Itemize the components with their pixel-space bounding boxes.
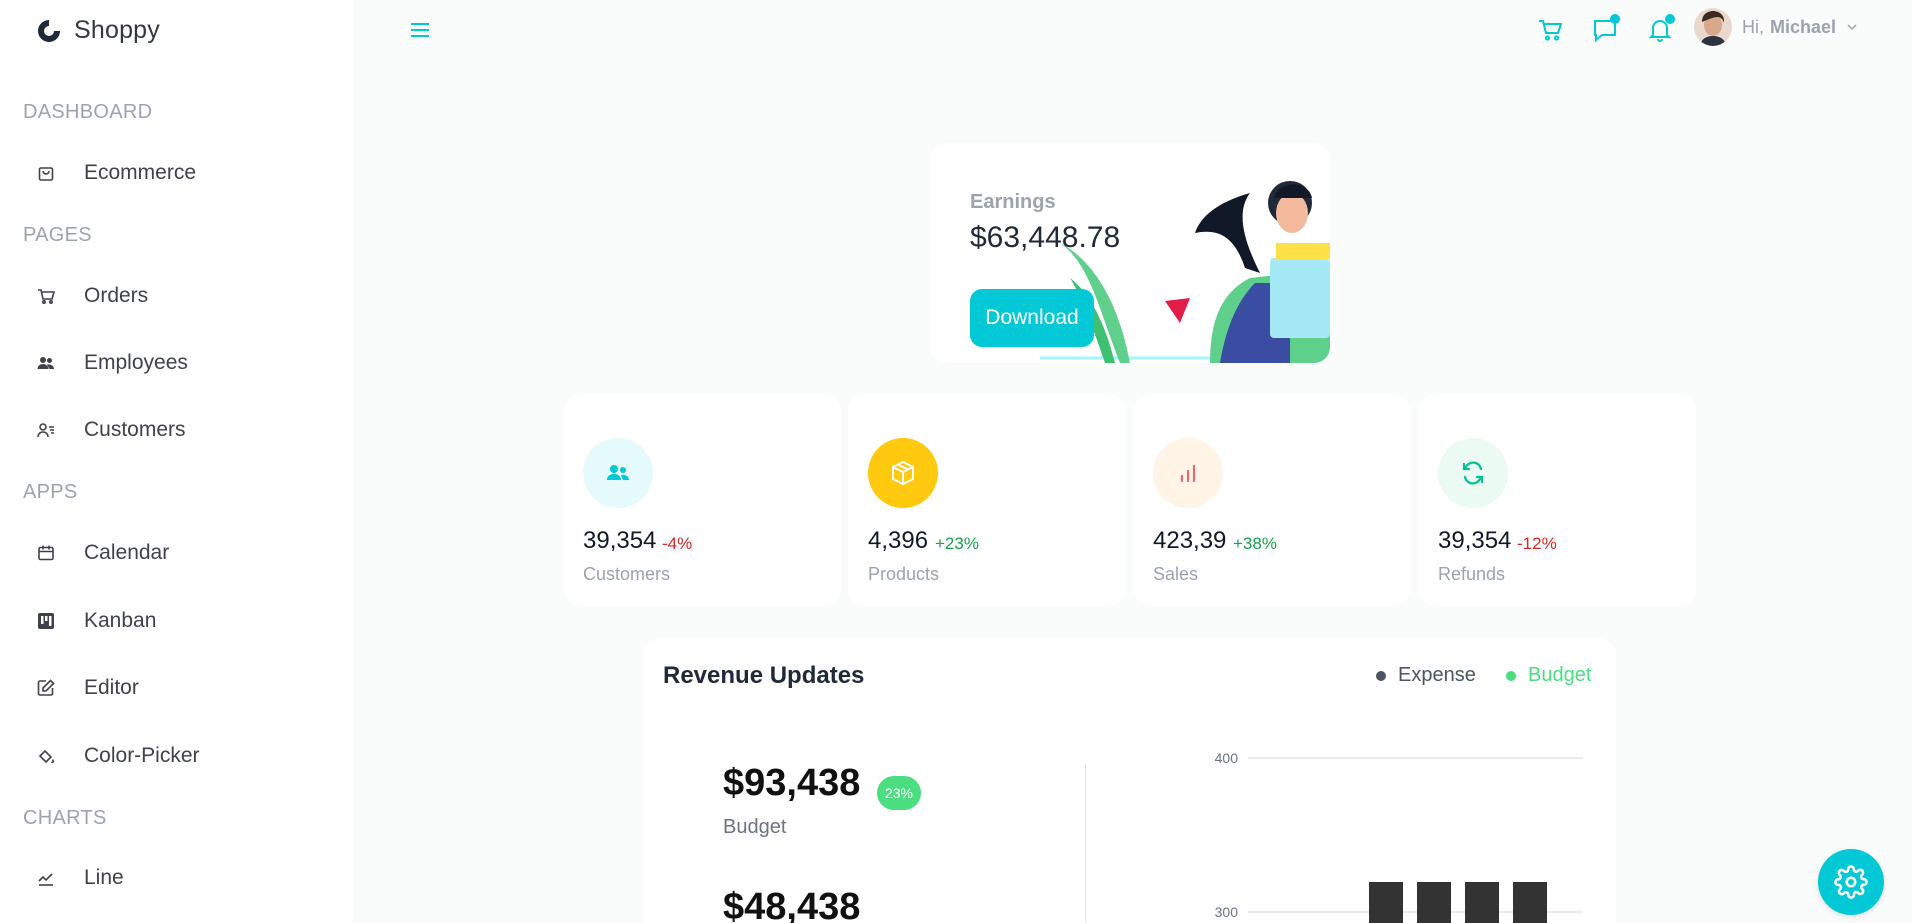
stat-change: +23% [935,534,979,553]
notification-dot [1610,14,1620,24]
sidebar-item-line[interactable]: Line [36,863,124,893]
earnings-value: $63,448.78 [970,221,1121,254]
box-icon[interactable] [868,438,938,508]
sidebar: Shoppy DASHBOARD Ecommerce PAGES Orders … [0,0,353,923]
calendar-icon [36,543,56,563]
sidebar-item-ecommerce[interactable]: Ecommerce [36,158,196,188]
earnings-card: Earnings $63,448.78 Download [930,143,1330,363]
bar[interactable] [1513,882,1547,923]
stat-card-products: 4,396 +23% Products [848,394,1126,606]
notification-dot [1665,14,1675,24]
hamburger-icon [411,23,429,37]
legend-dot [1376,670,1386,681]
gear-icon [1834,865,1868,899]
user-profile-menu[interactable]: Hi, Michael [1694,8,1858,46]
legend-budget: Budget [1506,664,1591,687]
greeting-text: Hi, [1742,16,1764,37]
budget-value: $93,438 [723,762,861,804]
y-tick-label: 300 [1215,904,1239,920]
section-title-pages: PAGES [23,224,92,246]
section-title-apps: APPS [23,481,78,503]
stat-title: Sales [1153,564,1199,584]
kanban-icon [36,611,56,631]
refresh-icon[interactable] [1438,438,1508,508]
sidebar-item-label: Editor [84,676,139,699]
sidebar-item-label: Color-Picker [84,744,200,767]
section-title-charts: CHARTS [23,807,107,829]
employees-icon [36,353,56,373]
cart-icon [36,286,56,306]
stat-card-customers: 39,354 -4% Customers [563,394,841,606]
username: Michael [1770,16,1837,37]
bar-chart-icon[interactable] [1153,438,1223,508]
sidebar-item-orders[interactable]: Orders [36,281,148,311]
legend-dot [1506,670,1516,681]
sidebar-item-label: Customers [84,418,186,441]
sidebar-item-label: Ecommerce [84,161,197,184]
legend-expense: Expense [1376,664,1476,687]
stat-value: 39,354 [1438,527,1512,554]
chat-button[interactable] [1589,14,1621,46]
stat-title: Products [868,564,940,584]
stat-card-sales: 423,39 +38% Sales [1133,394,1411,606]
brand-logo[interactable]: Shoppy [36,16,160,45]
logo-icon [38,19,60,42]
stat-value: 39,354 [583,527,657,554]
legend-label: Budget [1528,664,1592,686]
earnings-label: Earnings [970,191,1056,213]
stat-card-refunds: 39,354 -12% Refunds [1418,394,1696,606]
sidebar-item-label: Orders [84,284,149,307]
menu-toggle-button[interactable] [408,18,432,42]
stat-change: -4% [662,534,693,553]
sidebar-item-label: Employees [84,351,188,374]
shopping-bag-icon [36,163,56,183]
bar[interactable] [1465,882,1499,923]
bar[interactable] [1369,882,1403,923]
bar[interactable] [1417,882,1451,923]
stat-change: +38% [1233,534,1277,553]
stat-value: 423,39 [1153,527,1227,554]
line-chart-icon [36,868,56,888]
download-button[interactable]: Download [970,289,1094,347]
brand-name: Shoppy [74,16,160,44]
customers-icon [36,420,56,440]
legend-label: Expense [1398,664,1476,686]
stat-title: Refunds [1438,564,1506,584]
stat-change: -12% [1517,534,1557,553]
sidebar-item-color-picker[interactable]: Color-Picker [36,741,200,771]
chevron-down-icon [1847,24,1857,31]
sidebar-item-employees[interactable]: Employees [36,348,188,378]
sidebar-item-calendar[interactable]: Calendar [36,538,169,568]
sidebar-item-kanban[interactable]: Kanban [36,606,156,636]
sidebar-item-label: Line [84,866,124,889]
cart-button[interactable] [1534,14,1566,46]
section-title-dashboard: DASHBOARD [23,101,153,123]
sidebar-item-editor[interactable]: Editor [36,673,139,703]
edit-icon [36,678,56,698]
revenue-updates-card: Revenue Updates Expense Budget $93,438 2… [643,638,1616,923]
sidebar-item-label: Calendar [84,541,170,564]
y-tick-label: 400 [1215,750,1239,766]
budget-badge: 23% [877,776,921,810]
revenue-title: Revenue Updates [663,662,865,689]
sidebar-item-label: Kanban [84,609,157,632]
settings-button[interactable] [1818,849,1884,915]
divider [1085,764,1086,923]
notification-button[interactable] [1644,14,1676,46]
customers-group-icon[interactable] [583,438,653,508]
stat-title: Customers [583,564,671,584]
cart-icon [1539,20,1563,41]
paint-bucket-icon [36,746,56,766]
sidebar-item-customers[interactable]: Customers [36,415,186,445]
avatar [1694,8,1732,46]
revenue-bar-chart: 400 300 [1215,750,1583,923]
stat-value: 4,396 [868,527,929,554]
budget-label: Budget [723,816,787,838]
expense-value: $48,438 [723,886,861,923]
